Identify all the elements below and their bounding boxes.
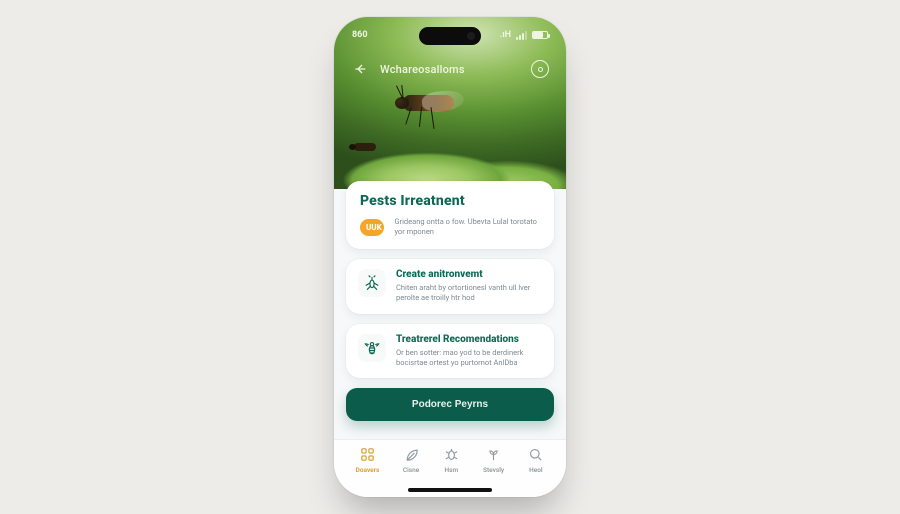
sprout-icon xyxy=(485,446,502,463)
card-main[interactable]: Pests Irreatnent UUK Grideang ontta o fo… xyxy=(346,181,554,249)
home-indicator[interactable] xyxy=(408,488,492,492)
card-main-title: Pests Irreatnent xyxy=(360,193,540,209)
search-icon xyxy=(527,446,544,463)
hero-insect-illustration xyxy=(404,95,454,111)
card-create-desc: Chiten araht by ortortionesl vanth ull l… xyxy=(396,283,542,303)
mosquito-icon xyxy=(358,269,386,297)
tab-heol[interactable]: Heol xyxy=(527,446,544,474)
target-icon xyxy=(531,60,549,78)
tab-label: Doavers xyxy=(356,466,380,474)
battery-icon xyxy=(532,31,548,39)
card-reco-title: Treatrerel Recomendations xyxy=(396,334,542,345)
card-reco-desc: Or ben sotter: mao yod to be derdinerk b… xyxy=(396,348,542,368)
tab-label: Cisne xyxy=(403,466,419,474)
header-action-button[interactable] xyxy=(530,59,550,79)
tab-hsm[interactable]: Hsm xyxy=(443,446,460,474)
phone-frame: 860 .ıH Wchareosalloms xyxy=(334,17,566,497)
card-recommendations[interactable]: Treatrerel Recomendations Or ben sotter:… xyxy=(346,324,554,378)
primary-cta-button[interactable]: Podorec Peyrns xyxy=(346,388,554,421)
tab-label: Heol xyxy=(529,466,542,474)
bee-icon xyxy=(358,334,386,362)
tab-stevsly[interactable]: Stevsly xyxy=(483,446,504,474)
page-title: Wchareosalloms xyxy=(380,63,465,76)
tab-doavers[interactable]: Doavers xyxy=(356,446,380,474)
card-create[interactable]: Create anitronvemt Chiten araht by ortor… xyxy=(346,259,554,313)
arrow-left-icon xyxy=(352,61,368,77)
tab-cisne[interactable]: Cisne xyxy=(403,446,420,474)
grid-icon xyxy=(359,446,376,463)
device-notch xyxy=(419,27,481,45)
status-time: 860 xyxy=(352,30,368,40)
card-create-title: Create anitronvemt xyxy=(396,269,542,280)
status-badge: UUK xyxy=(360,219,384,236)
back-button[interactable] xyxy=(350,59,370,79)
status-right: .ıH xyxy=(500,30,548,40)
bug-icon xyxy=(443,446,460,463)
status-network-label: .ıH xyxy=(500,30,511,40)
app-bar: Wchareosalloms xyxy=(334,55,566,83)
card-main-desc: Grideang ontta o fow. Ubevta Lulal torot… xyxy=(394,217,540,237)
tab-label: Stevsly xyxy=(483,466,504,474)
signal-icon xyxy=(516,31,527,40)
hero-insect-small xyxy=(354,143,376,151)
tab-label: Hsm xyxy=(445,466,459,474)
leaf-icon xyxy=(403,446,420,463)
content-scroll[interactable]: Pests Irreatnent UUK Grideang ontta o fo… xyxy=(334,171,566,439)
